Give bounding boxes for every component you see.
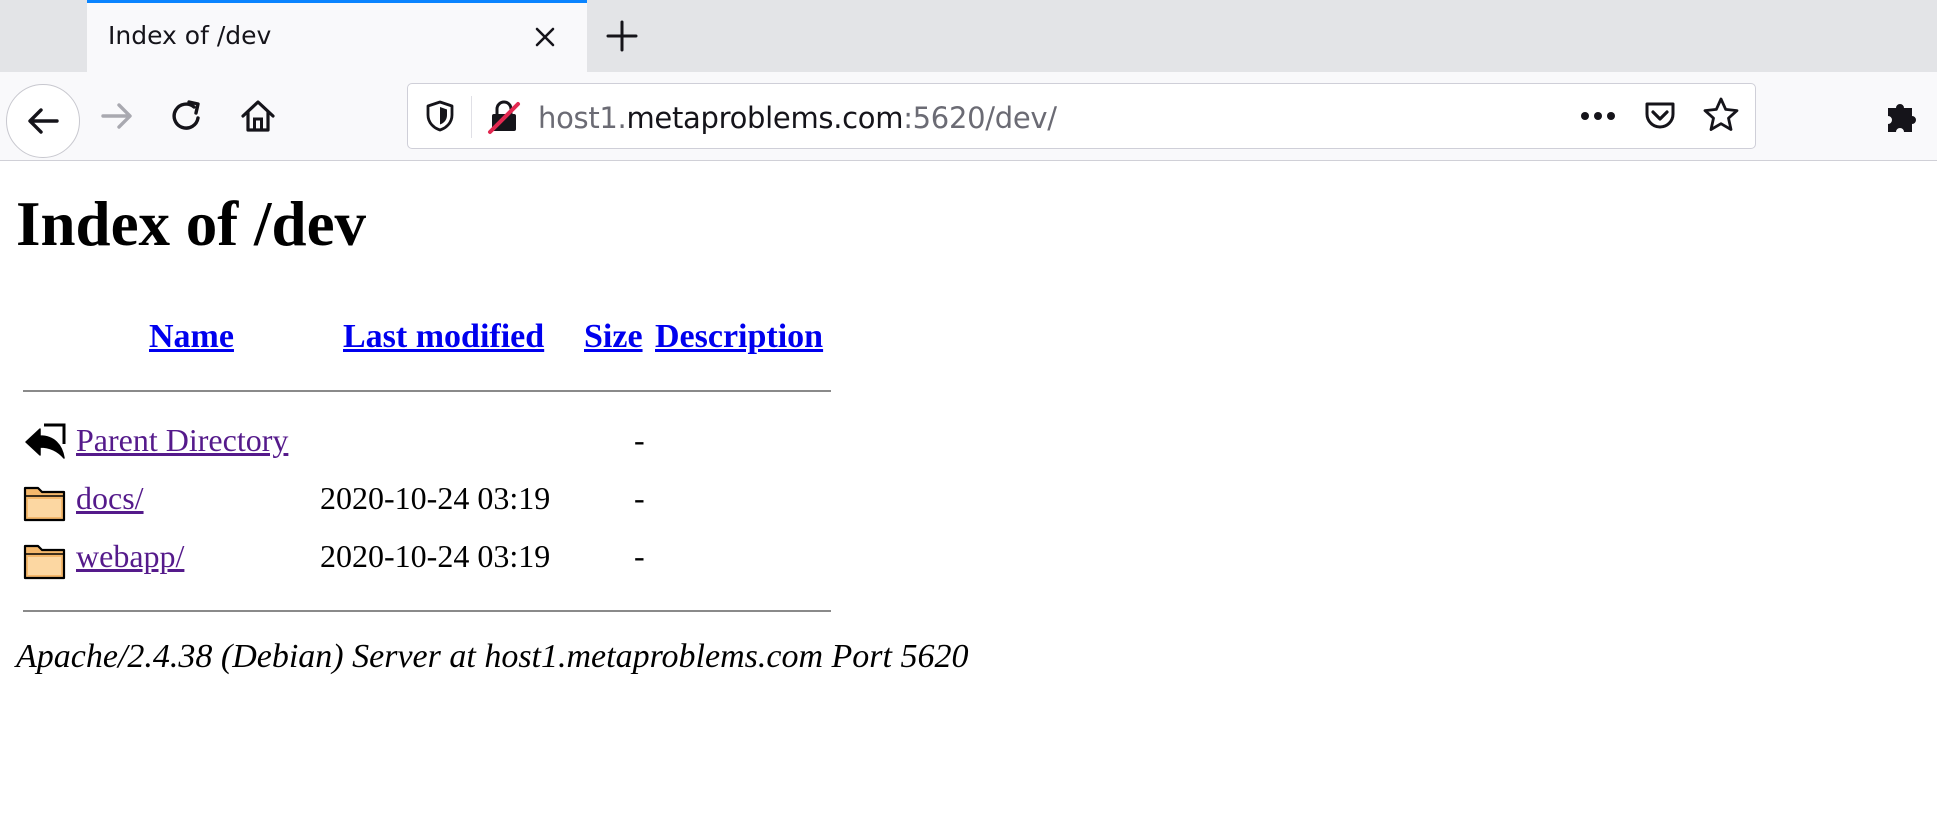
pocket-icon[interactable] <box>1640 96 1680 136</box>
shield-icon[interactable] <box>420 96 460 136</box>
table-divider-bottom <box>23 610 831 612</box>
back-icon <box>22 420 68 464</box>
ellipsis-icon[interactable] <box>1578 98 1618 134</box>
tab-active[interactable]: Index of /dev <box>87 0 587 72</box>
folder-icon <box>22 538 68 582</box>
table-divider-top <box>23 390 831 392</box>
back-button[interactable] <box>6 84 80 158</box>
url-domain: metaproblems.com <box>626 101 904 135</box>
page-content: Index of /dev Name Last modified Size De… <box>0 162 1937 827</box>
reload-icon <box>172 100 200 130</box>
url-bar[interactable]: host1.metaproblems.com:5620/dev/ <box>407 83 1756 149</box>
url-text[interactable]: host1.metaproblems.com:5620/dev/ <box>538 101 1057 135</box>
home-icon <box>241 100 275 132</box>
tab-title: Index of /dev <box>108 21 272 50</box>
row-size: - <box>634 538 645 574</box>
row-size: - <box>634 422 645 458</box>
row-modified: 2020-10-24 03:19 <box>320 480 551 516</box>
column-header-name[interactable]: Name <box>149 318 234 356</box>
server-signature: Apache/2.4.38 (Debian) Server at host1.m… <box>16 638 969 675</box>
arrow-right-icon <box>101 103 132 129</box>
column-header-description[interactable]: Description <box>655 318 823 356</box>
star-icon[interactable] <box>1701 95 1741 135</box>
forward-button[interactable] <box>89 88 145 144</box>
link-parent-directory[interactable]: Parent Directory <box>76 422 288 459</box>
close-icon[interactable] <box>531 23 559 51</box>
url-divider <box>471 96 472 138</box>
puzzle-icon[interactable] <box>1880 94 1924 138</box>
url-path: :5620/dev/ <box>903 101 1057 135</box>
reload-button[interactable] <box>159 88 215 144</box>
tab-strip: Index of /dev <box>0 0 1937 72</box>
arrow-left-icon <box>28 108 59 134</box>
row-size: - <box>634 480 645 516</box>
insecure-lock-icon[interactable] <box>484 97 524 137</box>
link-docs[interactable]: docs/ <box>76 480 144 517</box>
page-title: Index of /dev <box>16 189 367 259</box>
home-button[interactable] <box>230 88 286 144</box>
column-header-size[interactable]: Size <box>584 318 643 356</box>
url-prefix: host1. <box>538 101 627 135</box>
new-tab-plus-icon[interactable] <box>602 16 642 56</box>
row-modified: 2020-10-24 03:19 <box>320 538 551 574</box>
navigation-toolbar: host1.metaproblems.com:5620/dev/ <box>0 72 1937 161</box>
folder-icon <box>22 480 68 524</box>
column-header-last-modified[interactable]: Last modified <box>343 318 544 356</box>
link-webapp[interactable]: webapp/ <box>76 538 184 575</box>
